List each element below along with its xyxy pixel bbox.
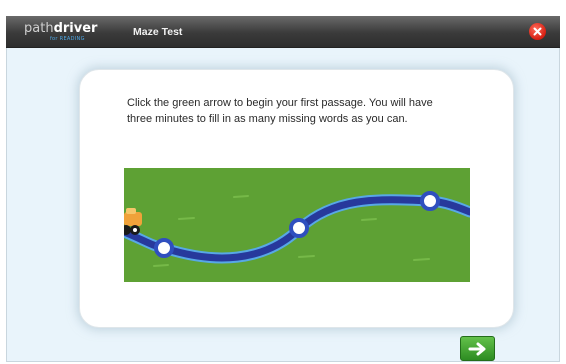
path-checkpoint [420,191,440,211]
instruction-text: Click the green arrow to begin your firs… [127,97,433,125]
maze-path-illustration [124,168,470,282]
next-button[interactable] [460,336,495,361]
logo-tagline: for READING [50,36,85,42]
close-icon [533,27,542,36]
path-checkpoint [154,238,174,258]
pathdriver-logo: pathdriver for READING [24,21,98,44]
right-arrow-icon [468,342,485,355]
car-icon [124,208,142,235]
title-bar: pathdriver for READING Maze Test [6,16,560,48]
page-title: Maze Test [133,26,183,38]
logo-brand: driver [53,21,98,36]
road-scene [124,168,470,282]
logo-prefix: path [24,21,54,36]
close-button[interactable] [529,23,546,40]
path-checkpoint [289,218,309,238]
